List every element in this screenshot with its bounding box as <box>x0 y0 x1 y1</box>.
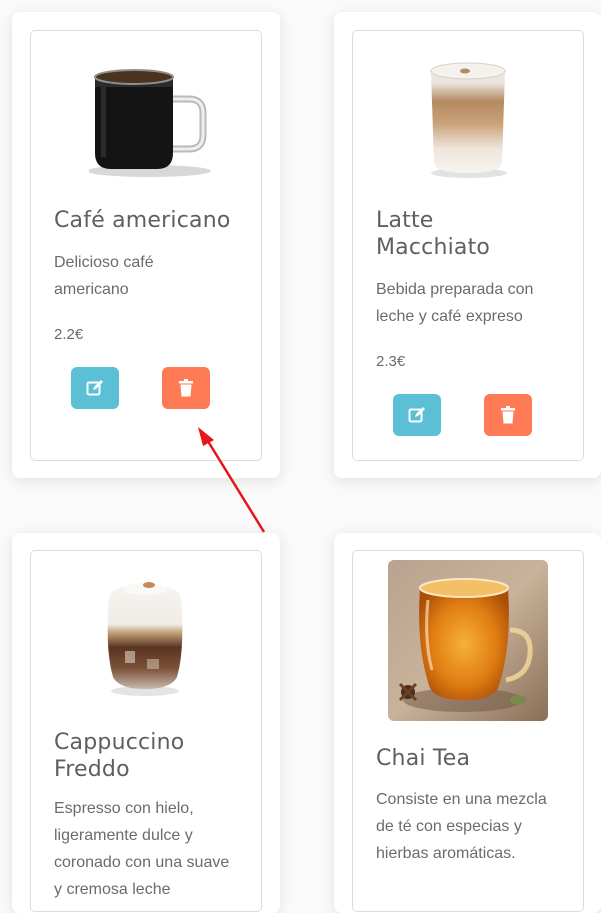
annotation-arrow-icon <box>198 427 266 533</box>
